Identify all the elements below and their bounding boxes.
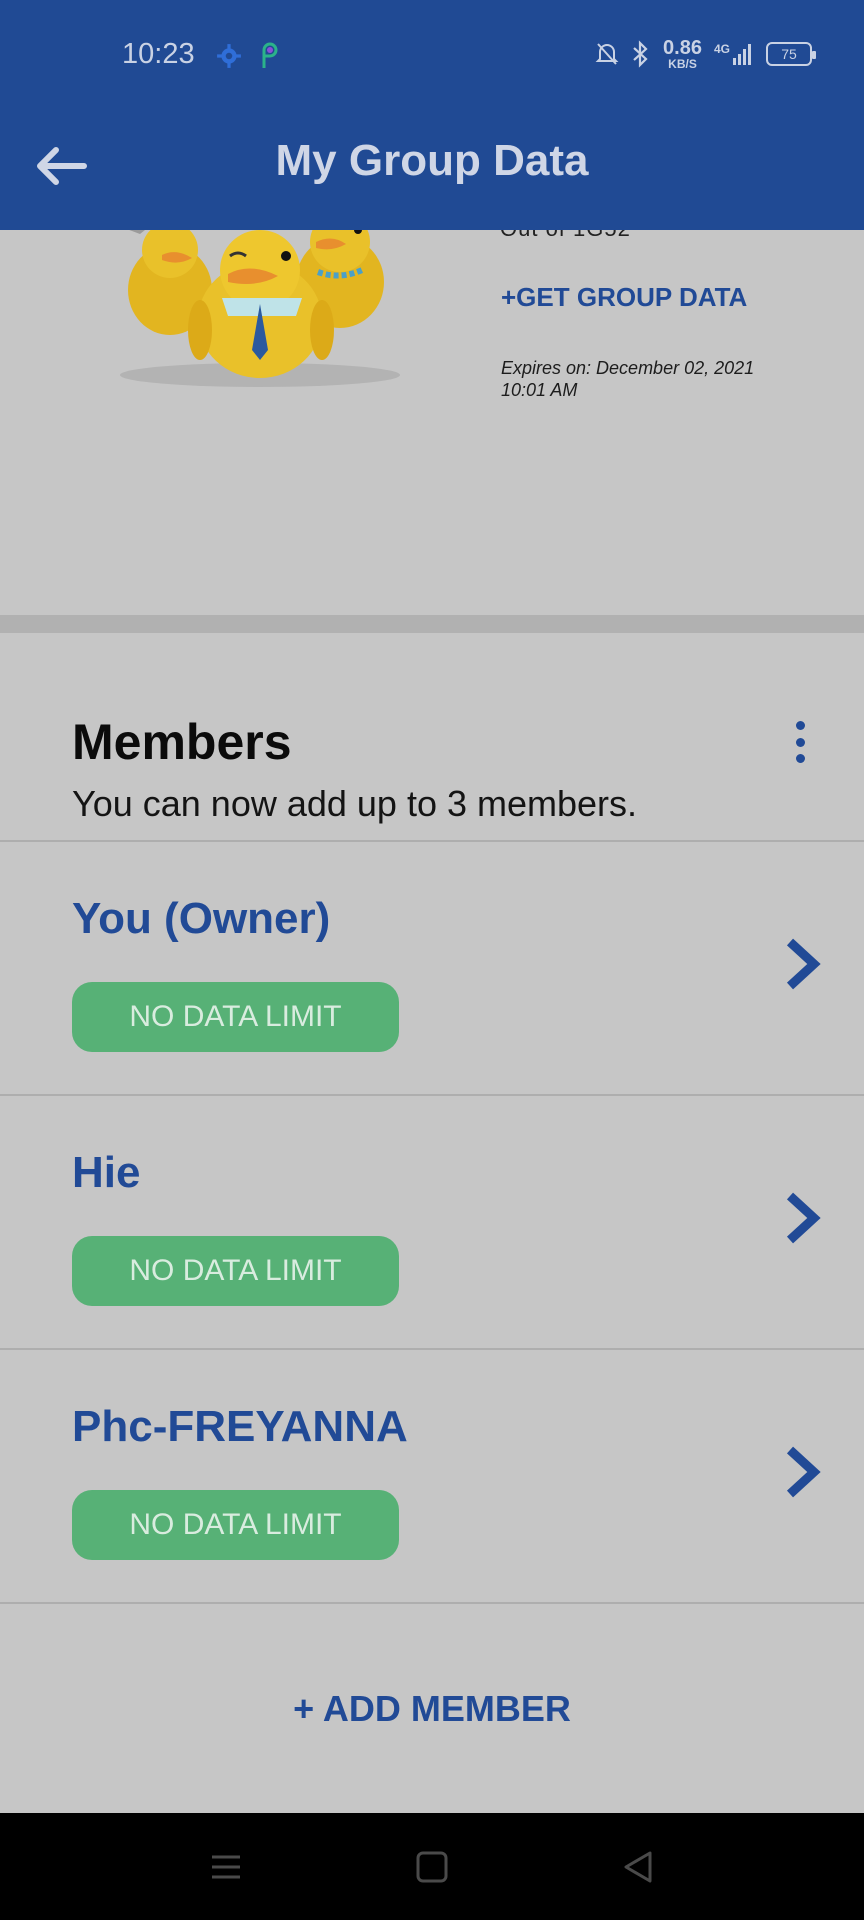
kebab-dot	[795, 721, 805, 730]
members-title: Members	[72, 714, 292, 770]
app-bar: My Group Data	[0, 110, 864, 230]
divider	[0, 1602, 864, 1604]
speed-value: 0.86	[663, 37, 702, 59]
ducks-illustration	[120, 230, 400, 387]
status-right-icons: 0.86 KB/S 4G 75	[595, 38, 816, 70]
members-header: Members You can now add up to 3 members.	[0, 633, 864, 841]
bluetooth-icon	[633, 40, 648, 68]
member-row-owner[interactable]: You (Owner) NO DATA LIMIT	[0, 842, 864, 1094]
member-row-freyanna[interactable]: Phc-FREYANNA NO DATA LIMIT	[0, 1350, 864, 1602]
network-speed: 0.86 KB/S	[663, 38, 702, 70]
data-limit-badge: NO DATA LIMIT	[72, 1236, 399, 1306]
data-limit-badge: NO DATA LIMIT	[72, 982, 399, 1052]
member-name: You (Owner)	[72, 894, 331, 943]
settings-icon	[217, 44, 241, 68]
signal-icon: 4G	[714, 42, 754, 66]
status-bar: 10:23 0.86 KB/S 4G 75	[0, 0, 864, 110]
status-time: 10:23	[122, 38, 195, 70]
group-data-summary: Out of 1G52 +GET GROUP DATA Expires on: …	[0, 230, 864, 615]
nav-menu-icon[interactable]	[206, 1847, 246, 1887]
nav-back-icon[interactable]	[618, 1847, 658, 1887]
expiry-text: Expires on: December 02, 2021 10:01 AM	[501, 358, 755, 400]
member-name: Phc-FREYANNA	[72, 1402, 408, 1451]
data-limit-badge: NO DATA LIMIT	[72, 1490, 399, 1560]
member-row-hie[interactable]: Hie NO DATA LIMIT	[0, 1096, 864, 1348]
network-type: 4G	[713, 42, 730, 56]
chevron-right-icon[interactable]	[780, 1442, 824, 1502]
members-subtitle: You can now add up to 3 members.	[72, 783, 638, 824]
get-group-data-link[interactable]: +GET GROUP DATA	[501, 282, 747, 313]
chevron-right-icon[interactable]	[780, 1188, 824, 1248]
mute-icon	[595, 43, 619, 65]
more-vert-icon[interactable]	[780, 717, 820, 767]
chevron-right-icon[interactable]	[780, 934, 824, 994]
nav-home-icon[interactable]	[412, 1847, 452, 1887]
app-notification-icon	[262, 42, 278, 68]
data-usage-partial: Out of 1G52	[500, 230, 631, 242]
status-left-icons	[216, 42, 282, 70]
battery-icon: 75	[766, 42, 816, 66]
kebab-dot	[795, 754, 805, 763]
add-member-button[interactable]: + ADD MEMBER	[0, 1688, 864, 1730]
member-name: Hie	[72, 1148, 141, 1197]
speed-unit: KB/S	[668, 57, 697, 71]
battery-level: 75	[781, 46, 797, 62]
kebab-dot	[795, 737, 805, 747]
section-divider	[0, 615, 864, 633]
page-title: My Group Data	[275, 136, 589, 185]
system-nav-bar	[0, 1813, 864, 1920]
